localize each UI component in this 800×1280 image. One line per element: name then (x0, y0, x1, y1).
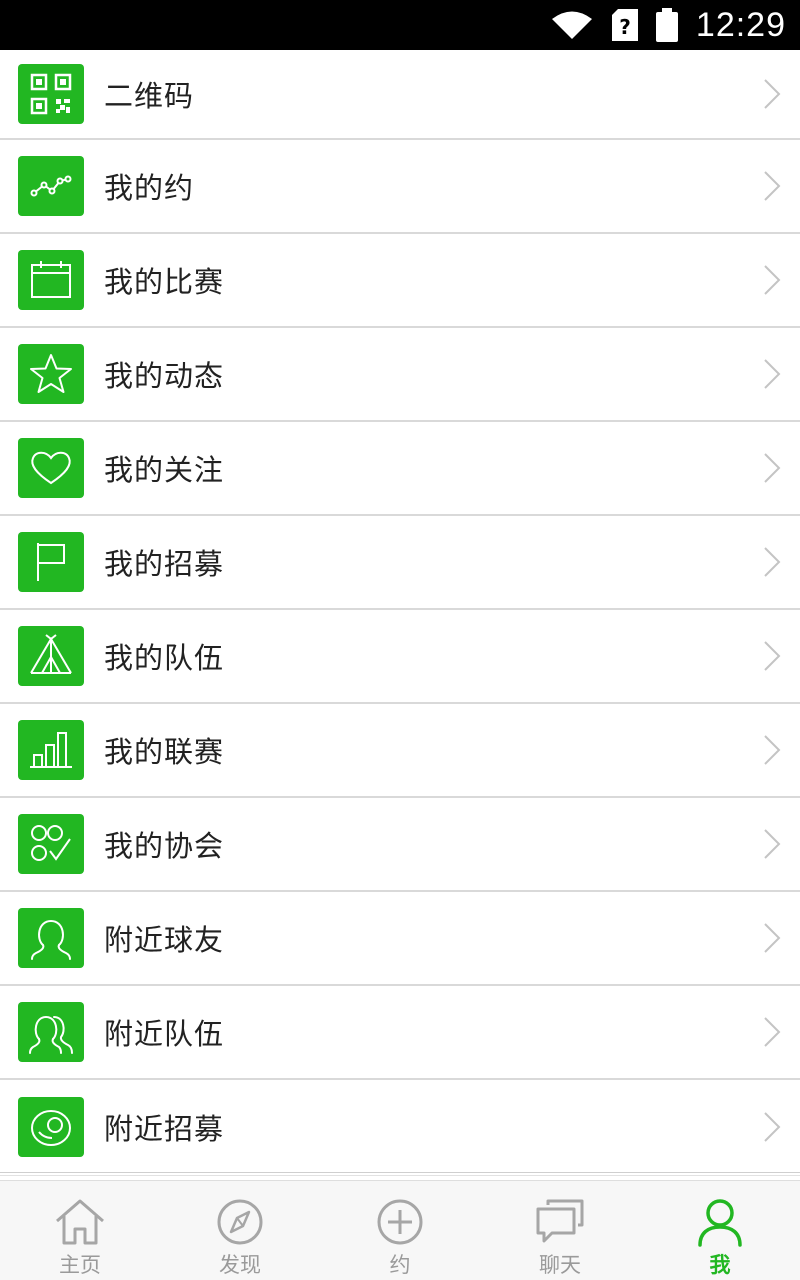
tab-chat[interactable]: 聊天 (480, 1181, 640, 1280)
menu-item-my-recruitment[interactable]: 我的招募 (0, 516, 800, 610)
tab-appointment[interactable]: 约 (320, 1181, 480, 1280)
menu-item-my-posts[interactable]: 我的动态 (0, 328, 800, 422)
people-icon (18, 1002, 84, 1062)
svg-text:?: ? (619, 15, 631, 39)
chevron-right-icon (764, 641, 781, 671)
menu-item-label: 我的比赛 (104, 265, 225, 299)
status-time: 12:29 (695, 5, 786, 44)
target-icon (18, 1097, 84, 1157)
list-bottom-divider (0, 1172, 800, 1176)
menu-item-label: 我的动态 (104, 359, 225, 393)
group-check-icon (18, 814, 84, 874)
flag-icon (18, 532, 84, 592)
qr-code-icon (18, 64, 84, 124)
menu-item-nearby-players[interactable]: 附近球友 (0, 892, 800, 986)
chevron-right-icon (764, 829, 781, 859)
plus-circle-icon (377, 1199, 423, 1245)
menu-item-label: 我的队伍 (104, 641, 225, 675)
chevron-right-icon (764, 453, 781, 483)
menu-item-nearby-recruitment[interactable]: 附近招募 (0, 1080, 800, 1174)
battery-icon (655, 8, 678, 42)
tab-label: 我 (709, 1253, 731, 1277)
menu-item-label: 我的协会 (104, 829, 225, 863)
trend-line-icon (18, 156, 84, 216)
tab-label: 发现 (219, 1253, 261, 1277)
bar-chart-icon (18, 720, 84, 780)
menu-item-qr-code[interactable]: 二维码 (0, 50, 800, 140)
menu-item-nearby-teams[interactable]: 附近队伍 (0, 986, 800, 1080)
chevron-right-icon (764, 923, 781, 953)
menu-item-label: 附近球友 (104, 923, 225, 957)
heart-icon (18, 438, 84, 498)
chat-icon (536, 1199, 584, 1243)
tab-home[interactable]: 主页 (0, 1181, 160, 1280)
compass-icon (217, 1199, 263, 1245)
menu-item-my-appointments[interactable]: 我的约 (0, 140, 800, 234)
person-icon (18, 908, 84, 968)
user-icon (698, 1199, 742, 1247)
bottom-tab-bar: 主页 发现 约 聊天 我 (0, 1180, 800, 1280)
menu-item-my-teams[interactable]: 我的队伍 (0, 610, 800, 704)
tab-label: 聊天 (539, 1253, 581, 1277)
menu-item-my-matches[interactable]: 我的比赛 (0, 234, 800, 328)
tab-me[interactable]: 我 (640, 1181, 800, 1280)
menu-item-label: 我的联赛 (104, 735, 225, 769)
chevron-right-icon (764, 79, 781, 109)
chevron-right-icon (764, 735, 781, 765)
menu-item-label: 二维码 (104, 79, 195, 113)
tab-label: 主页 (59, 1253, 101, 1277)
chevron-right-icon (764, 1112, 781, 1142)
home-icon (56, 1199, 104, 1245)
menu-item-label: 附近队伍 (104, 1017, 225, 1051)
menu-item-my-associations[interactable]: 我的协会 (0, 798, 800, 892)
menu-list: 二维码 我的约 我的比赛 我的动态 我的关注 我的招募 我的队伍 我的联赛 我的… (0, 50, 800, 1174)
chevron-right-icon (764, 359, 781, 389)
menu-item-my-leagues[interactable]: 我的联赛 (0, 704, 800, 798)
menu-item-label: 我的招募 (104, 547, 225, 581)
menu-item-my-follows[interactable]: 我的关注 (0, 422, 800, 516)
menu-item-label: 我的关注 (104, 453, 225, 487)
menu-item-label: 附近招募 (104, 1112, 225, 1146)
wifi-icon (550, 10, 594, 40)
chevron-right-icon (764, 547, 781, 577)
chevron-right-icon (764, 1017, 781, 1047)
tab-label: 约 (389, 1253, 411, 1277)
sim-unknown-icon: ? (611, 9, 638, 41)
tab-discover[interactable]: 发现 (160, 1181, 320, 1280)
tent-icon (18, 626, 84, 686)
calendar-icon (18, 250, 84, 310)
chevron-right-icon (764, 171, 781, 201)
status-bar: ? 12:29 (0, 0, 800, 50)
star-icon (18, 344, 84, 404)
chevron-right-icon (764, 265, 781, 295)
menu-item-label: 我的约 (104, 171, 195, 205)
